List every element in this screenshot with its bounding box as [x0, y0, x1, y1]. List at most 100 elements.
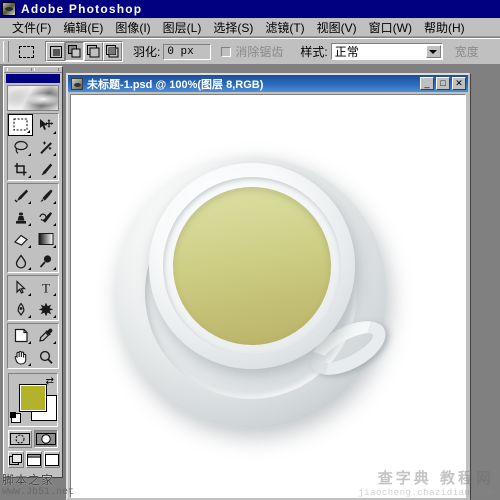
maximize-button[interactable]: □ [436, 77, 450, 90]
antialias-checkbox[interactable] [221, 46, 232, 57]
default-colors-icon[interactable] [10, 412, 21, 423]
menu-image[interactable]: 图像(I) [109, 18, 156, 37]
tool-hand[interactable] [8, 346, 33, 368]
style-select[interactable]: 正常 [330, 43, 443, 60]
width-label: 宽度 [454, 45, 479, 59]
tool-magic-wand[interactable] [33, 136, 58, 158]
application-title-bar: Adobe Photoshop [0, 0, 500, 18]
tool-notes[interactable] [8, 324, 33, 346]
tool-paintbrush[interactable] [33, 184, 58, 206]
tool-custom-shape[interactable] [33, 298, 58, 320]
photoshop-application-window: Adobe Photoshop 文件(F) 编辑(E) 图像(I) 图层(L) … [0, 0, 500, 500]
menu-window[interactable]: 窗口(W) [363, 18, 418, 37]
tool-eraser[interactable] [8, 228, 33, 250]
paintbrush-icon [40, 189, 52, 202]
watermark-chazidian-url: jiaocheng.chazidian.com [358, 488, 494, 498]
slice-knife-icon [41, 163, 52, 175]
tool-pen[interactable] [8, 298, 33, 320]
standard-screen-icon [9, 453, 22, 465]
new-selection-button[interactable] [46, 42, 65, 61]
square-minus-icon [87, 45, 100, 58]
toolbox-drag-handle[interactable] [4, 67, 62, 73]
tool-eyedropper[interactable] [33, 324, 58, 346]
add-to-selection-button[interactable] [65, 42, 84, 61]
tool-move[interactable] [33, 114, 58, 136]
tool-dodge[interactable] [33, 250, 58, 272]
image-canvas[interactable] [71, 95, 465, 497]
intersect-selection-button[interactable] [103, 42, 122, 61]
tool-lasso[interactable] [8, 136, 33, 158]
history-brush-icon [38, 211, 52, 223]
photoshop-eye-banner-image [7, 85, 59, 111]
menu-layer[interactable]: 图层(L) [157, 18, 208, 37]
eyedropper-icon [38, 328, 52, 342]
menu-select[interactable]: 选择(S) [207, 18, 259, 37]
foreground-color-swatch[interactable] [14, 379, 47, 412]
document-title-bar[interactable]: 未标题-1.psd @ 100%(图层 8,RGB) _ □ ✕ [68, 75, 468, 92]
quick-mask-icon [36, 433, 56, 445]
minimize-button[interactable]: _ [420, 77, 434, 90]
application-title: Adobe Photoshop [21, 2, 143, 16]
move-icon [39, 118, 53, 130]
fullscreen-menubar-icon [27, 453, 41, 466]
document-window-buttons: _ □ ✕ [420, 77, 466, 90]
square-intersect-icon [106, 45, 119, 58]
style-select-value: 正常 [334, 45, 359, 59]
full-screen-with-menubar-button[interactable] [26, 451, 42, 468]
close-button[interactable]: ✕ [452, 77, 466, 90]
tool-path-selection[interactable] [8, 276, 33, 298]
menu-filter[interactable]: 滤镜(T) [259, 18, 310, 37]
toolbox-group-vector: T [7, 275, 59, 321]
standard-mode-button[interactable] [8, 430, 32, 448]
tool-zoom[interactable] [33, 346, 58, 368]
two-squares-icon [68, 45, 81, 58]
document-title: 未标题-1.psd @ 100%(图层 8,RGB) [87, 78, 264, 91]
clone-stamp-icon [15, 212, 26, 224]
menu-view[interactable]: 视图(V) [311, 18, 363, 37]
document-window: 未标题-1.psd @ 100%(图层 8,RGB) _ □ ✕ [66, 73, 470, 500]
toolbox-group-utility [7, 323, 59, 369]
tool-history-brush[interactable] [33, 206, 58, 228]
canvas-scroll-area[interactable] [70, 94, 466, 498]
marquee-icon [13, 118, 27, 131]
tool-healing-brush[interactable] [8, 184, 33, 206]
tool-slice[interactable] [33, 158, 58, 180]
tool-crop[interactable] [8, 158, 33, 180]
eraser-icon [13, 234, 28, 246]
antialias-label: 消除锯齿 [235, 45, 284, 59]
tool-type[interactable]: T [33, 276, 58, 298]
type-icon: T [42, 280, 50, 295]
zoom-magnifier-icon [39, 350, 53, 364]
menu-help[interactable]: 帮助(H) [418, 18, 471, 37]
feather-input[interactable]: 0 px [163, 43, 212, 60]
watermark-chazidian: 查字典 教程网 jiaocheng.chazidian.com [358, 467, 494, 498]
square-filled-icon [49, 45, 62, 58]
style-label: 样式: [300, 45, 328, 59]
menu-file[interactable]: 文件(F) [6, 18, 57, 37]
tool-rectangular-marquee[interactable] [8, 114, 33, 136]
tool-blur[interactable] [8, 250, 33, 272]
path-selection-arrow-icon [15, 279, 26, 294]
gradient-icon [38, 233, 53, 245]
svg-text:T: T [42, 280, 50, 295]
standard-screen-mode-button[interactable] [8, 451, 24, 468]
toolbox-title-bar[interactable] [6, 74, 60, 83]
subtract-from-selection-button[interactable] [84, 42, 103, 61]
menu-bar: 文件(F) 编辑(E) 图像(I) 图层(L) 选择(S) 滤镜(T) 视图(V… [0, 18, 500, 37]
feather-label: 羽化: [133, 45, 161, 59]
notes-page-icon [14, 328, 28, 342]
rectangular-marquee-icon[interactable] [13, 41, 39, 63]
toolbox-palette: T ⇄ [3, 66, 63, 478]
mask-mode-row [8, 430, 58, 448]
options-bar-drag-handle[interactable] [3, 41, 9, 62]
chevron-down-icon[interactable] [425, 45, 441, 58]
full-screen-mode-button[interactable] [44, 451, 60, 468]
tool-gradient[interactable] [33, 228, 58, 250]
quick-mask-mode-button[interactable] [34, 430, 58, 448]
menu-edit[interactable]: 编辑(E) [57, 18, 109, 37]
toolbox-group-selection [7, 113, 59, 181]
tool-clone-stamp[interactable] [8, 206, 33, 228]
screen-mode-row [8, 451, 60, 468]
crop-icon [14, 162, 26, 175]
fullscreen-icon [45, 453, 59, 466]
